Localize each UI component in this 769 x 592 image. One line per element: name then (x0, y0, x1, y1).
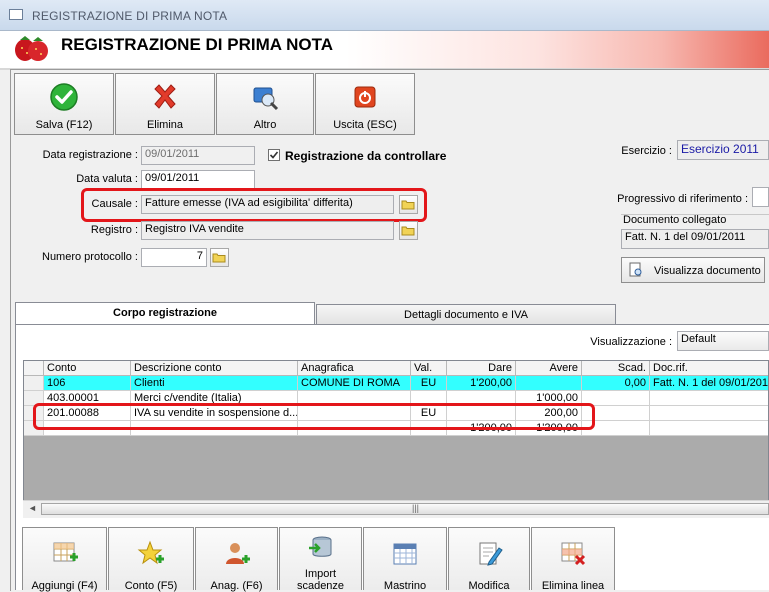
strawberry-icon (15, 36, 48, 61)
esercizio-label: Esercizio : (621, 145, 672, 157)
cell-avere (516, 376, 582, 391)
visualizzazione-label: Visualizzazione : (590, 336, 672, 348)
page-title: REGISTRAZIONE DI PRIMA NOTA (61, 35, 333, 54)
delete-button-label: Elimina (146, 119, 184, 131)
data-valuta-label: Data valuta : (76, 173, 138, 185)
data-registrazione-label: Data registrazione : (42, 149, 138, 161)
causale-highlight (81, 188, 427, 222)
save-button[interactable]: Salva (F12) (14, 73, 114, 135)
esercizio-field[interactable]: Esercizio 2011 (677, 140, 769, 160)
cell-anagrafica: COMUNE DI ROMA (298, 376, 411, 391)
power-icon (354, 86, 376, 108)
da-controllare-checkbox[interactable] (268, 149, 280, 161)
tab-corpo-registrazione[interactable]: Corpo registrazione (15, 302, 315, 325)
entries-grid: Conto Descrizione conto Anagrafica Val. … (23, 360, 769, 518)
save-button-label: Salva (F12) (35, 119, 93, 131)
progressivo-field[interactable] (752, 187, 769, 207)
row-highlight (33, 403, 595, 430)
header-dare[interactable]: Dare (447, 361, 516, 376)
user-add-icon (225, 543, 250, 564)
scroll-thumb[interactable]: ||| (41, 503, 769, 515)
exit-button[interactable]: Uscita (ESC) (315, 73, 415, 135)
documento-field[interactable]: Fatt. N. 1 del 09/01/2011 (621, 229, 769, 249)
add-row-label: Aggiungi (F4) (31, 580, 98, 592)
cell-doc-rif (650, 391, 768, 406)
star-add-icon (137, 540, 164, 565)
conto-button[interactable]: Conto (F5) (108, 527, 194, 592)
grid-header-row: Conto Descrizione conto Anagrafica Val. … (24, 361, 768, 376)
window-titlebar: REGISTRAZIONE DI PRIMA NOTA (0, 0, 769, 31)
window-icon (9, 9, 23, 20)
tab-corpo-label: Corpo registrazione (113, 307, 217, 319)
scroll-left-arrow-icon[interactable]: ◄ (28, 503, 37, 513)
folder-icon (212, 253, 226, 263)
documento-label: Documento collegato (623, 214, 727, 226)
header-scadenza[interactable]: Scad. (582, 361, 650, 376)
cell-doc-rif (650, 406, 768, 421)
table-row[interactable]: 106 Clienti COMUNE DI ROMA EU 1'200,00 0… (24, 376, 768, 391)
elimina-linea-label: Elimina linea (541, 580, 605, 592)
tab-dettagli-documento[interactable]: Dettagli documento e IVA (316, 304, 616, 326)
data-valuta-field[interactable]: 09/01/2011 (141, 170, 255, 189)
import-scadenze-label: Import scadenze (296, 568, 345, 592)
protocollo-label: Numero protocollo : (42, 251, 138, 263)
anagrafica-button[interactable]: Anag. (F6) (195, 527, 278, 592)
other-button-label: Altro (253, 119, 277, 131)
edit-document-icon (479, 542, 503, 566)
visualizza-documento-label: Visualizza documento (654, 265, 761, 277)
window-title: REGISTRAZIONE DI PRIMA NOTA (32, 9, 228, 23)
tab-dettagli-label: Dettagli documento e IVA (404, 309, 528, 321)
cell-doc-rif: Fatt. N. 1 del 09/01/2011 (650, 376, 768, 391)
header-banner: REGISTRAZIONE DI PRIMA NOTA (0, 31, 769, 70)
header-valuta[interactable]: Val. (411, 361, 447, 376)
import-scadenze-button[interactable]: Import scadenze (279, 527, 362, 592)
visualizzazione-select[interactable]: Default (677, 331, 769, 351)
registro-folder-button[interactable] (399, 221, 418, 240)
header-conto[interactable]: Conto (44, 361, 131, 376)
exit-button-label: Uscita (ESC) (333, 119, 397, 131)
total-doc-rif (650, 421, 768, 436)
cell-valuta: EU (411, 376, 447, 391)
document-view-icon (629, 262, 642, 277)
cell-dare: 1'200,00 (447, 376, 516, 391)
mastrino-button[interactable]: Mastrino (363, 527, 447, 592)
delete-button[interactable]: Elimina (115, 73, 215, 135)
protocollo-field[interactable]: 7 (141, 248, 207, 267)
mastrino-label: Mastrino (383, 580, 427, 592)
other-button[interactable]: Altro (216, 73, 314, 135)
database-import-icon (308, 536, 331, 557)
tools-icon (253, 87, 279, 111)
modifica-label: Modifica (468, 580, 510, 592)
add-row-button[interactable]: Aggiungi (F4) (22, 527, 107, 592)
modifica-button[interactable]: Modifica (448, 527, 530, 592)
registro-label: Registro : (90, 224, 138, 236)
row-indicator (24, 376, 44, 391)
progressivo-label: Progressivo di riferimento : (617, 193, 748, 205)
data-registrazione-field[interactable]: 09/01/2011 (141, 146, 255, 165)
elimina-linea-button[interactable]: Elimina linea (531, 527, 615, 592)
header-avere[interactable]: Avere (516, 361, 582, 376)
anagrafica-label: Anag. (F6) (210, 580, 263, 592)
delete-row-icon (561, 542, 586, 566)
da-controllare-label: Registrazione da controllare (285, 149, 447, 163)
check-icon (269, 151, 279, 159)
registro-field[interactable]: Registro IVA vendite (141, 221, 394, 240)
red-x-icon (154, 84, 176, 109)
cell-scadenza: 0,00 (582, 376, 650, 391)
folder-icon (401, 226, 415, 236)
header-doc-rif[interactable]: Doc.rif. (650, 361, 768, 376)
checkmark-icon (50, 83, 78, 111)
visualizza-documento-button[interactable]: Visualizza documento (621, 257, 765, 283)
grid-horizontal-scrollbar[interactable]: ◄ ||| (23, 500, 769, 518)
protocollo-folder-button[interactable] (210, 248, 229, 267)
conto-label: Conto (F5) (124, 580, 178, 592)
cell-descrizione: Clienti (131, 376, 298, 391)
add-row-icon (53, 542, 78, 562)
header-descrizione[interactable]: Descrizione conto (131, 361, 298, 376)
header-anagrafica[interactable]: Anagrafica (298, 361, 411, 376)
scroll-grip-icon: ||| (412, 503, 420, 513)
row-indicator-header (24, 361, 44, 376)
cell-conto: 106 (44, 376, 131, 391)
calendar-icon (393, 543, 417, 565)
